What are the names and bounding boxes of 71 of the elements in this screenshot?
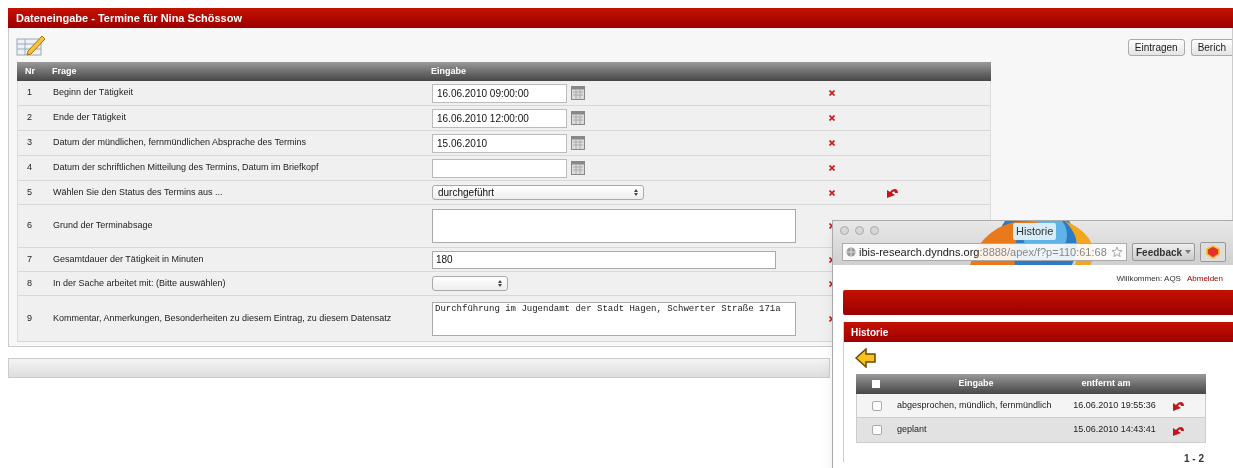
table-cell-text: 15.06.2010 14:43:41: [1072, 423, 1157, 437]
row-number: 7: [26, 252, 33, 266]
column-header: Nr: [24, 64, 36, 78]
dropdown-arrows-icon: [634, 189, 638, 196]
extension-icon: [1205, 245, 1222, 259]
calendar-icon[interactable]: [571, 111, 585, 125]
action-button[interactable]: Berich: [1190, 39, 1232, 56]
date-field[interactable]: [432, 158, 567, 178]
question-text: Wählen Sie den Status des Termins aus ...: [52, 185, 224, 199]
question-text: Ende der Tätigkeit: [52, 111, 127, 125]
question-text: In der Sache arbeitet mit: (Bitte auswählen): [52, 276, 227, 290]
column-header: Frage: [51, 64, 78, 78]
delete-icon[interactable]: [829, 189, 835, 196]
calendar-icon[interactable]: [571, 161, 585, 175]
date-field[interactable]: 15.06.2010: [432, 133, 567, 153]
text-area[interactable]: [432, 209, 796, 243]
feedback-button[interactable]: Feedback: [1132, 243, 1196, 261]
text-area[interactable]: Durchführung im Jugendamt der Stadt Hagen, Schwerter Straße 171a: [432, 301, 796, 336]
question-text: Gesamtdauer der Tätigkeit in Minuten: [52, 252, 205, 266]
logout-link[interactable]: Abmelden: [1186, 273, 1223, 285]
date-field[interactable]: 16.06.2010 12:00:00: [432, 108, 567, 128]
delete-icon[interactable]: [829, 90, 835, 96]
question-text: Datum der schriftlichen Mitteilung des Termins, Datum im Briefkopf: [52, 161, 320, 175]
row-number: 8: [26, 276, 33, 290]
row-number: 6: [26, 219, 33, 233]
welcome-text: Willkommen: AQS: [1116, 273, 1181, 285]
url-path: :8888/apex/f?p=110:61:68: [979, 245, 1107, 258]
action-button[interactable]: Eintragen: [1127, 39, 1185, 56]
caret-icon: [1185, 250, 1192, 254]
column-header: Eingabe: [430, 64, 466, 78]
checkbox[interactable]: [872, 425, 882, 435]
table-cell-text: geplant: [897, 423, 928, 437]
question-text: Beginn der Tätigkeit: [52, 86, 134, 100]
question-text: Datum der mündlichen, fernmündlichen Absprache des Termins: [52, 136, 307, 150]
question-text: Grund der Terminabsage: [52, 219, 154, 233]
dropdown-arrows-icon: [498, 280, 502, 287]
row-number: 2: [26, 111, 33, 125]
row-number: 9: [26, 311, 33, 325]
calendar-icon[interactable]: [571, 86, 585, 100]
row-number: 4: [26, 161, 33, 175]
row-number: 3: [26, 136, 33, 150]
table-cell-text: 16.06.2010 19:55:36: [1072, 398, 1157, 412]
column-header: Eingabe: [957, 377, 995, 391]
back-arrow-icon[interactable]: [855, 348, 877, 368]
dropdown[interactable]: durchgeführt: [432, 185, 644, 200]
question-text: Kommentar, Anmerkungen, Besonderheiten zu diesem Eintrag, zu diesem Datensatz: [52, 311, 393, 325]
delete-icon[interactable]: [829, 165, 835, 171]
undo-icon[interactable]: [1172, 424, 1185, 436]
row-number: 5: [26, 185, 33, 199]
region-title: Historie: [851, 325, 889, 340]
checkbox[interactable]: [872, 400, 882, 411]
undo-icon[interactable]: [1172, 400, 1185, 411]
undo-icon[interactable]: [885, 187, 899, 198]
url-host: ibis-research.dyndns.org: [859, 245, 980, 258]
edit-table-icon[interactable]: [16, 34, 46, 56]
date-field[interactable]: 16.06.2010 09:00:00: [432, 83, 567, 103]
globe-icon: [846, 247, 856, 257]
calendar-icon[interactable]: [571, 136, 585, 150]
delete-icon[interactable]: [829, 115, 835, 121]
row-number: 1: [26, 86, 33, 100]
table-cell-text: abgesprochen, mündlich, fernmündlich: [897, 398, 1053, 412]
star-icon[interactable]: [1111, 246, 1123, 258]
text-field[interactable]: 180: [432, 250, 776, 269]
delete-icon[interactable]: [829, 140, 835, 146]
dropdown[interactable]: [432, 276, 508, 291]
column-header: entfernt am: [1080, 377, 1132, 391]
window-title: Dateneingabe - Termine für Nina Schössow: [16, 10, 242, 26]
browser-tab-title: Historie: [1013, 223, 1057, 240]
address-bar[interactable]: ibis-research.dyndns.org:8888/apex/f?p=110:61:68: [842, 243, 1127, 261]
pagination-text: 1 - 2: [1184, 452, 1204, 466]
extension-button[interactable]: [1200, 242, 1227, 262]
